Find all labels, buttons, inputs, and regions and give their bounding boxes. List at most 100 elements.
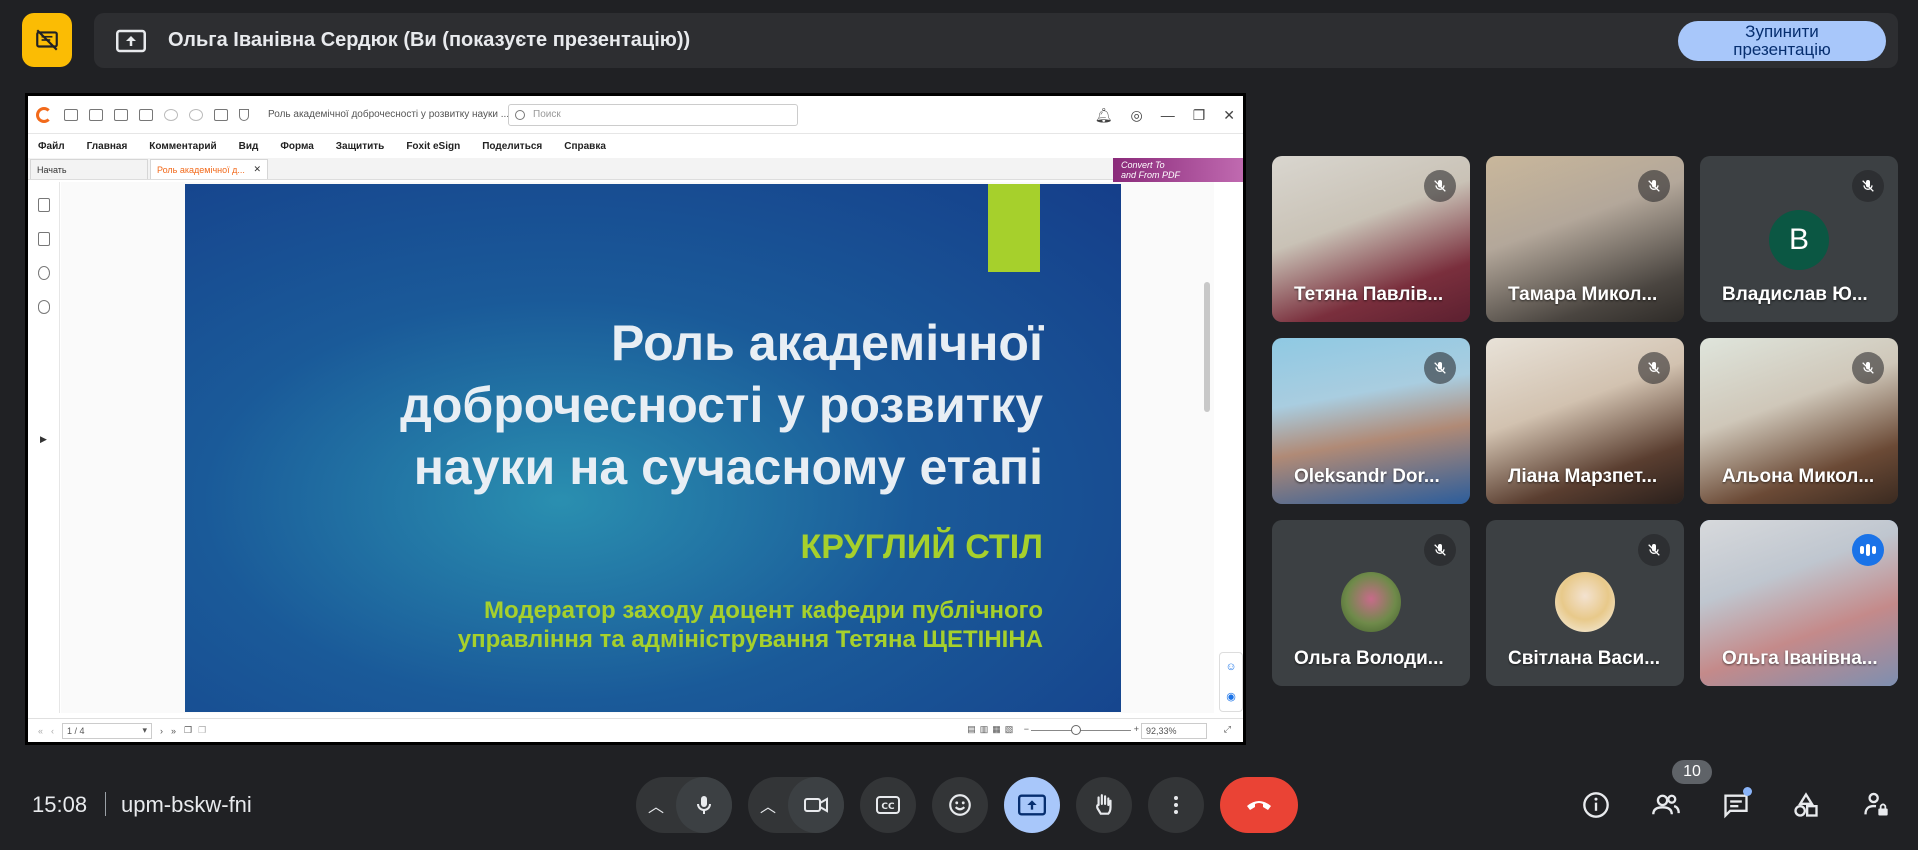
pages-icon[interactable]: [37, 232, 50, 246]
meeting-details-button[interactable]: [1574, 783, 1618, 827]
menu-share[interactable]: Поделиться: [482, 141, 542, 152]
host-controls-button[interactable]: [1854, 783, 1898, 827]
svg-text:CC: CC: [881, 802, 895, 812]
bookmark-icon[interactable]: [37, 198, 50, 212]
camera-button[interactable]: [788, 777, 844, 833]
slide-moderator-line-1: Модератор заходу доцент кафедри публічно…: [484, 597, 1043, 624]
menu-home[interactable]: Главная: [87, 141, 128, 152]
video-options-chevron-icon[interactable]: ︿: [748, 777, 788, 833]
zoom-in-icon[interactable]: +: [1134, 724, 1139, 734]
document-view: Роль академічної доброчесності у розвитк…: [61, 182, 1214, 713]
expand-pane-icon[interactable]: ▶: [40, 434, 47, 445]
leave-call-button[interactable]: [1220, 777, 1298, 833]
audio-options-chevron-icon[interactable]: ︿: [636, 777, 676, 833]
presenting-off-icon: [36, 29, 58, 51]
slide-title-line-1: Роль академічної: [610, 315, 1043, 371]
participant-tile[interactable]: B Владислав Ю...: [1700, 156, 1898, 322]
zoom-level-input[interactable]: 92,33%: [1141, 723, 1207, 739]
fit-icon[interactable]: ❐: [198, 725, 206, 736]
tab-start[interactable]: Начать: [30, 159, 148, 179]
people-button[interactable]: [1644, 783, 1688, 827]
convert-banner-line-1: Convert To: [1121, 160, 1165, 170]
minimize-icon[interactable]: —: [1161, 107, 1175, 124]
close-window-icon[interactable]: ✕: [1223, 107, 1235, 124]
participant-tile[interactable]: Тетяна Павлів...: [1272, 156, 1470, 322]
mic-off-icon: [1638, 534, 1670, 566]
participant-name: Владислав Ю...: [1722, 284, 1868, 305]
attachment-icon[interactable]: [37, 300, 50, 314]
pdf-reader-window: Роль академічної доброчесності у розвитк…: [28, 96, 1243, 742]
info-icon: [1583, 792, 1609, 818]
menu-comment[interactable]: Комментарий: [149, 141, 216, 152]
menu-help[interactable]: Справка: [564, 141, 606, 152]
customize-toolbar-icon[interactable]: [239, 108, 249, 121]
open-folder-icon[interactable]: [64, 108, 78, 121]
print-icon[interactable]: [114, 108, 128, 121]
last-page-icon[interactable]: »: [171, 726, 176, 736]
microphone-button[interactable]: [676, 777, 732, 833]
participant-tile[interactable]: Альона Микол...: [1700, 338, 1898, 504]
account-icon[interactable]: ◎: [1130, 107, 1142, 124]
redo-icon[interactable]: [189, 108, 203, 121]
vertical-scrollbar[interactable]: [1204, 282, 1210, 412]
tab-start-label: Начать: [37, 164, 67, 175]
menu-view[interactable]: Вид: [239, 141, 259, 152]
foxit-logo-icon: [36, 106, 52, 123]
chat-button[interactable]: [1714, 783, 1758, 827]
rotate-icon[interactable]: ❐: [184, 725, 192, 736]
participant-name: Oleksandr Dor...: [1294, 466, 1440, 487]
ai-assistant-icon[interactable]: ☺: [1225, 661, 1236, 673]
slide-title-line-3: науки на сучасному етапі: [413, 439, 1043, 495]
camera-control-group: ︿: [748, 777, 844, 833]
bell-icon[interactable]: 🔔︎: [1095, 107, 1113, 124]
presentation-status-button[interactable]: [22, 13, 72, 67]
slide-title-line-2: доброчесності у розвитку: [400, 377, 1043, 433]
captions-button[interactable]: CC: [860, 777, 916, 833]
prev-page-icon[interactable]: ‹: [51, 726, 54, 736]
participant-name: Альона Микол...: [1722, 466, 1875, 487]
zoom-slider[interactable]: [1031, 725, 1131, 735]
comments-icon[interactable]: [37, 266, 50, 280]
raise-hand-button[interactable]: [1076, 777, 1132, 833]
first-page-icon[interactable]: «: [38, 726, 43, 736]
menu-file[interactable]: Файл: [38, 141, 65, 152]
participant-tile[interactable]: Ліана Марзпет...: [1486, 338, 1684, 504]
menu-esign[interactable]: Foxit eSign: [406, 141, 460, 152]
participant-tile[interactable]: Тамара Микол...: [1486, 156, 1684, 322]
page-number-input[interactable]: 1 / 4 ▾: [62, 722, 153, 739]
participant-tile[interactable]: Oleksandr Dor...: [1272, 338, 1470, 504]
hand-icon: [1096, 794, 1112, 815]
participant-tile[interactable]: Ольга Володи...: [1272, 520, 1470, 686]
close-tab-icon[interactable]: ✕: [253, 164, 261, 175]
participant-tile[interactable]: Світлана Васи...: [1486, 520, 1684, 686]
menu-form[interactable]: Форма: [280, 141, 313, 152]
participant-name: Ольга Іванівна...: [1722, 648, 1878, 669]
more-options-button[interactable]: [1148, 777, 1204, 833]
navigation-pane: ▶: [28, 182, 60, 713]
save-icon[interactable]: [89, 108, 103, 121]
people-icon: [1652, 794, 1680, 815]
next-page-icon[interactable]: ›: [160, 726, 163, 736]
present-now-button[interactable]: [1004, 777, 1060, 833]
activities-button[interactable]: [1784, 783, 1828, 827]
participant-tile-self[interactable]: Ольга Іванівна...: [1700, 520, 1898, 686]
fullscreen-icon[interactable]: ⤢: [1224, 724, 1231, 735]
slide-subtitle: КРУГЛИЙ СТІЛ: [800, 528, 1043, 566]
stop-presenting-button[interactable]: Зупинити презентацію: [1678, 21, 1886, 61]
zoom-slider-knob[interactable]: [1071, 725, 1081, 735]
convert-pdf-banner[interactable]: Convert To and From PDF: [1113, 158, 1243, 182]
hand-tool-icon[interactable]: [214, 108, 228, 121]
search-box[interactable]: Поиск: [508, 103, 798, 126]
tab-document[interactable]: Роль академічної д... ✕: [150, 159, 268, 179]
participant-name: Ольга Володи...: [1294, 648, 1444, 669]
support-icon[interactable]: ◉: [1226, 690, 1236, 703]
reactions-button[interactable]: [932, 777, 988, 833]
restore-icon[interactable]: ❐: [1193, 107, 1206, 124]
unread-dot: [1743, 787, 1752, 796]
participant-name: Тамара Микол...: [1508, 284, 1658, 305]
hangup-icon: [1247, 801, 1271, 810]
view-mode-icons[interactable]: ▤▥▦▧ −: [967, 724, 1033, 735]
undo-icon[interactable]: [164, 108, 178, 121]
menu-protect[interactable]: Защитить: [336, 141, 385, 152]
scan-icon[interactable]: [139, 108, 153, 121]
